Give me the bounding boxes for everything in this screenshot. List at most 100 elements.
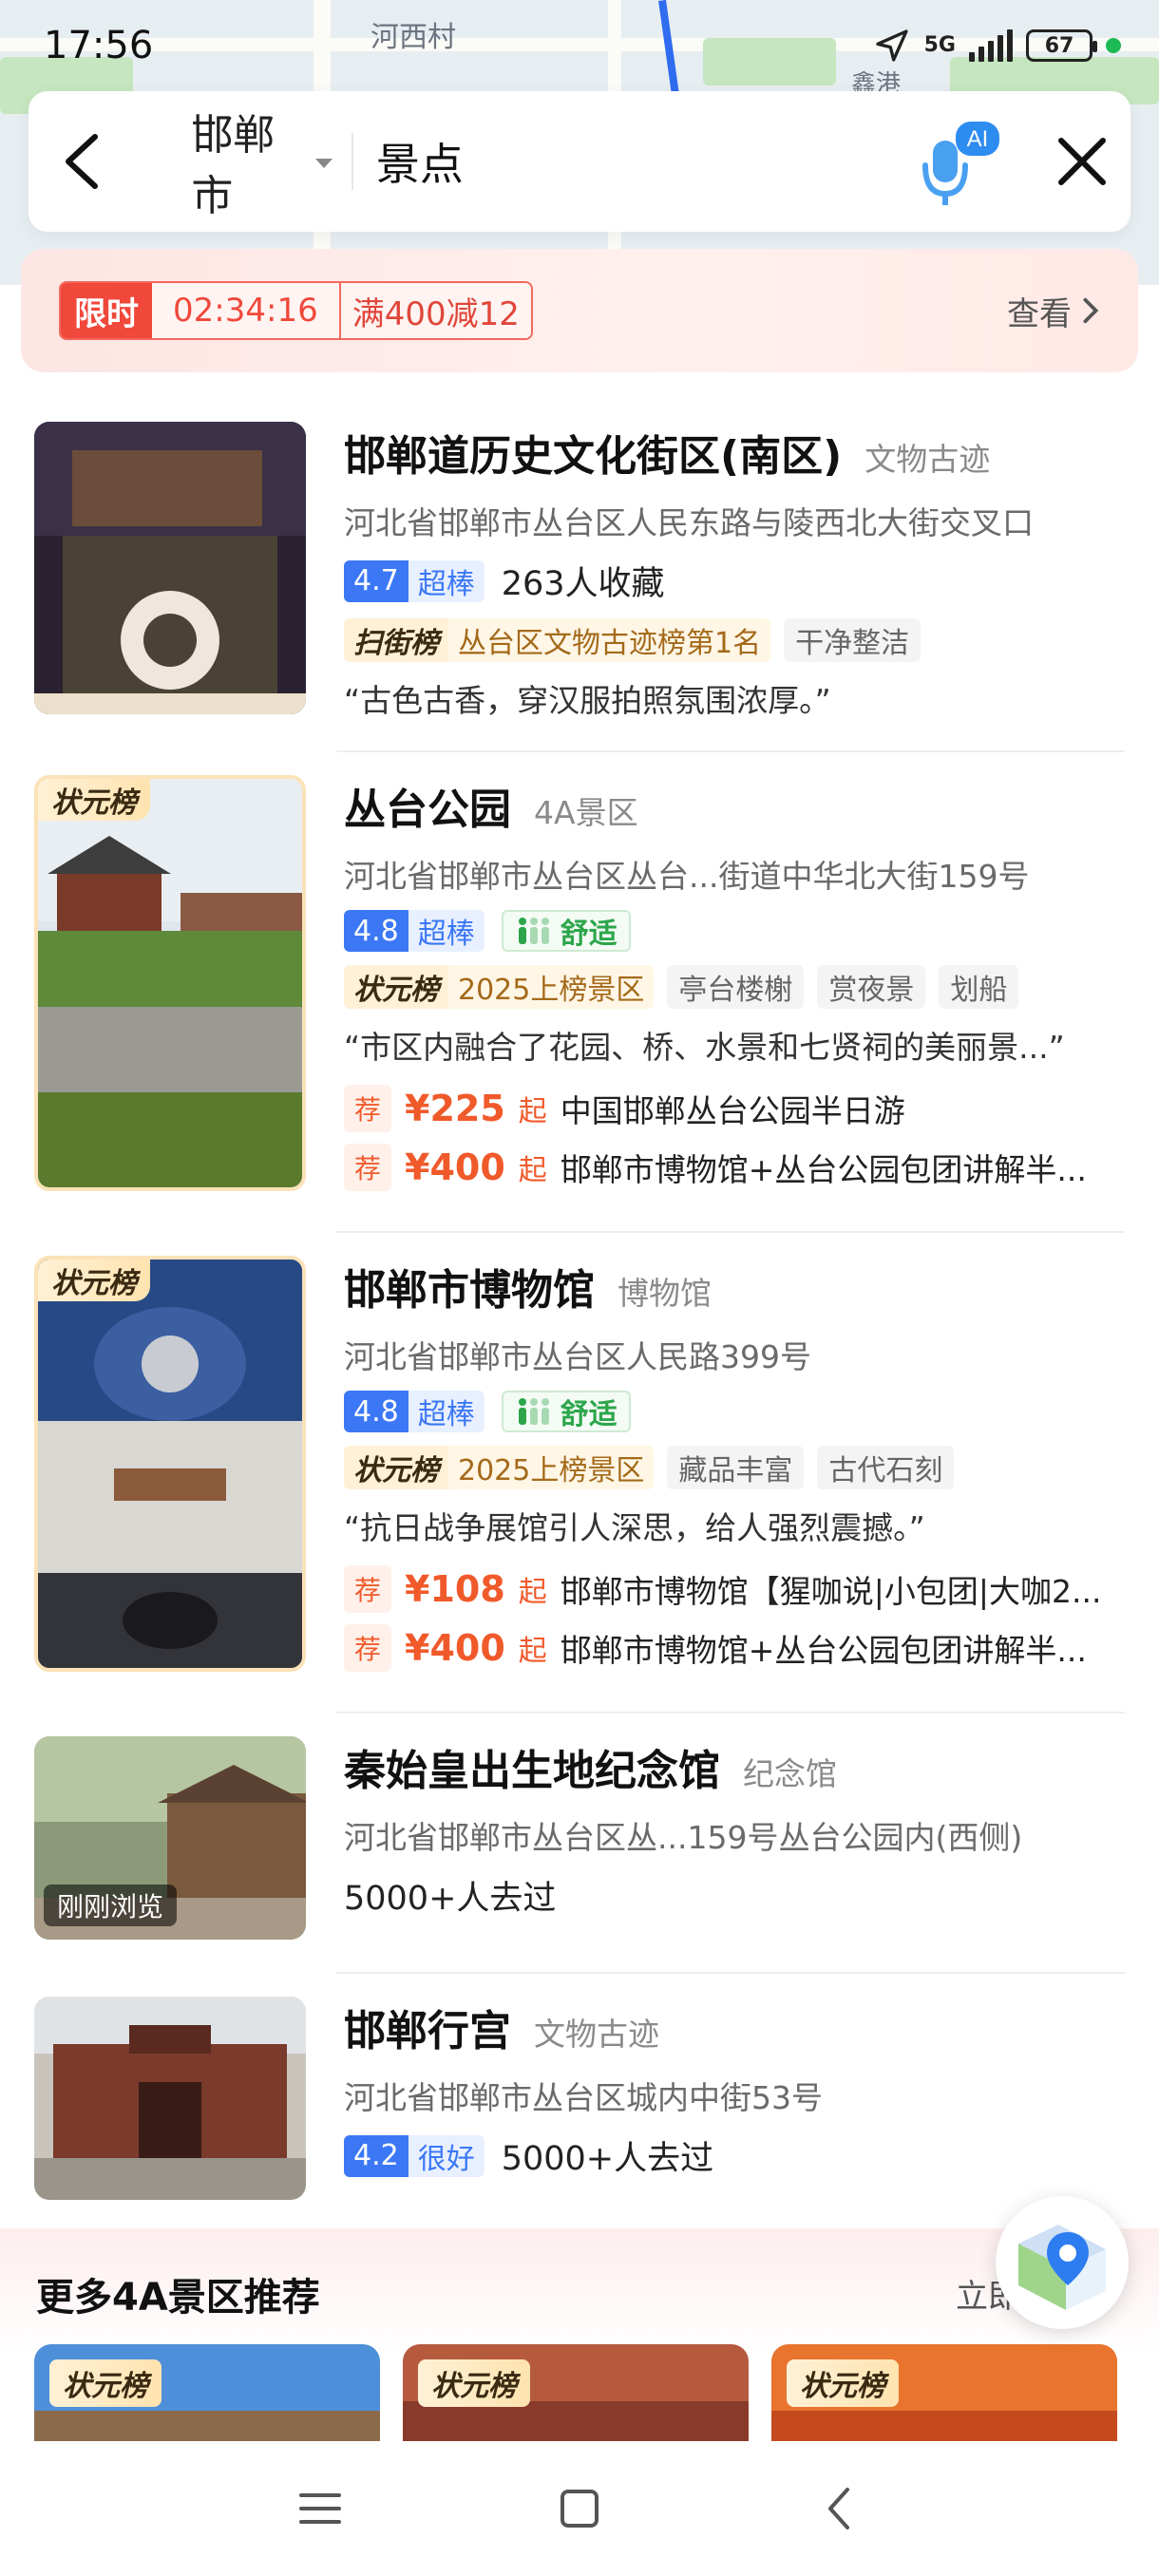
- attraction-category: 文物古迹: [534, 2016, 659, 2053]
- list-item[interactable]: 刚刚浏览 秦始皇出生地纪念馆 纪念馆 河北省邯郸市丛台区丛...159号丛台公园…: [0, 1714, 1159, 1974]
- attraction-title: 邯郸市博物馆: [344, 1266, 595, 1315]
- rating-score: 4.7: [344, 559, 408, 602]
- attraction-photo: 刚刚浏览: [34, 1736, 306, 1940]
- rec-name: 邯郸市博物馆【猩咖说|小包团|大咖2...: [560, 1573, 1102, 1610]
- review-quote: “市区内融合了花园、桥、水景和七贤祠的美丽景...”: [344, 1029, 1065, 1066]
- promo-view-link[interactable]: 查看: [1007, 288, 1100, 334]
- list-item[interactable]: 状元榜 丛台公园 4A景区 河北省邯郸市丛台区丛台...街道中华北大街159号 …: [0, 752, 1159, 1233]
- close-icon: [1057, 138, 1106, 185]
- list-item[interactable]: 邯郸道历史文化街区(南区) 文物古迹 河北省邯郸市丛台区人民东路与陵西北大街交叉…: [0, 399, 1159, 752]
- rec-price-suffix: 起: [518, 1154, 547, 1187]
- crowd-level-icon: [518, 1398, 549, 1425]
- review-quote: “古色古香，穿汉服拍照氛围浓厚。”: [344, 682, 831, 719]
- status-bar: 17:56 5G 67: [0, 0, 1159, 91]
- rank-ribbon: 状元榜: [787, 2359, 899, 2407]
- attraction-address: 河北省邯郸市丛台区丛台...街道中华北大街159号: [344, 858, 1030, 895]
- feature-tag: 干净整洁: [784, 618, 922, 662]
- nav-back-button[interactable]: [796, 2466, 882, 2551]
- rating-word: 超棒: [408, 1391, 484, 1432]
- attraction-category: 4A景区: [534, 794, 638, 831]
- attraction-photo: [34, 1997, 306, 2200]
- feature-tag: 亭台楼榭: [667, 965, 805, 1009]
- promo-view-label: 查看: [1007, 294, 1072, 333]
- rec-price-suffix: 起: [518, 1095, 547, 1128]
- rating-word: 很好: [408, 2134, 484, 2177]
- attraction-address: 河北省邯郸市丛台区丛...159号丛台公园内(西侧): [344, 1819, 1023, 1856]
- rec-price: ¥400: [405, 1627, 505, 1669]
- list-item[interactable]: 邯郸行宫 文物古迹 河北省邯郸市丛台区城内中街53号 4.2 很好 5000+人…: [0, 1974, 1159, 2223]
- rec-badge: 荐: [344, 1565, 391, 1613]
- rec-badge: 荐: [344, 1624, 391, 1672]
- rank-tag-value: 2025上榜景区: [448, 1446, 655, 1489]
- rank-tag-value: 2025上榜景区: [448, 965, 655, 1009]
- city-selector[interactable]: 邯郸市: [134, 111, 353, 220]
- attraction-address: 河北省邯郸市丛台区城内中街53号: [344, 2079, 823, 2116]
- rank-tag[interactable]: 状元榜 2025上榜景区: [344, 1446, 655, 1489]
- attraction-address: 河北省邯郸市丛台区人民东路与陵西北大街交叉口: [344, 504, 1034, 541]
- promo-tag: 限时 02:34:16 满400减12: [59, 281, 533, 340]
- attraction-title: 丛台公园: [344, 786, 511, 834]
- rating-score: 4.8: [344, 910, 408, 952]
- rank-tag[interactable]: 扫街榜 丛台区文物古迹榜第1名: [344, 618, 771, 662]
- city-label: 邯郸市: [191, 111, 276, 220]
- recently-viewed-tag: 刚刚浏览: [44, 1885, 178, 1926]
- rank-ribbon: 状元榜: [38, 1260, 150, 1301]
- recommended-product[interactable]: 荐 ¥400 起 邯郸市博物馆+丛台公园包团讲解半...: [344, 1624, 1125, 1672]
- search-header: 邯郸市 AI: [28, 91, 1130, 232]
- comfort-label: 舒适: [560, 918, 618, 951]
- chevron-right-icon: [1083, 297, 1099, 324]
- feature-tag: 古代石刻: [817, 1446, 955, 1489]
- rec-price: ¥225: [405, 1088, 505, 1129]
- recommended-product[interactable]: 荐 ¥225 起 中国邯郸丛台公园半日游: [344, 1085, 1125, 1132]
- feature-tag: 赏夜景: [817, 965, 926, 1009]
- rec-badge: 荐: [344, 1085, 391, 1132]
- rank-tag[interactable]: 状元榜 2025上榜景区: [344, 965, 655, 1009]
- attraction-address: 河北省邯郸市丛台区人民路399号: [344, 1338, 811, 1375]
- battery-level: 67: [1044, 33, 1074, 58]
- recommended-product[interactable]: 荐 ¥400 起 邯郸市博物馆+丛台公园包团讲解半...: [344, 1144, 1125, 1191]
- rating-score: 4.2: [344, 2134, 408, 2177]
- rank-tag-name: 状元榜: [344, 965, 448, 1009]
- crowd-level-icon: [518, 918, 549, 944]
- rec-price: ¥108: [405, 1568, 505, 1610]
- search-input[interactable]: [352, 123, 920, 199]
- rec-price-suffix: 起: [518, 1635, 547, 1668]
- attraction-title: 邯郸行宫: [344, 2007, 511, 2055]
- home-square-icon: [560, 2490, 598, 2528]
- map-view-button[interactable]: [996, 2196, 1129, 2329]
- nav-menu-button[interactable]: [277, 2466, 363, 2551]
- nav-home-button[interactable]: [537, 2466, 622, 2551]
- promo-banner[interactable]: 限时 02:34:16 满400减12 查看: [21, 249, 1138, 372]
- rank-ribbon: 状元榜: [49, 2359, 162, 2407]
- back-button[interactable]: [28, 91, 134, 232]
- svg-text:AI: AI: [967, 126, 989, 152]
- rating-badge: 4.2 很好: [344, 2134, 484, 2177]
- promo-offer: 满400减12: [338, 283, 531, 338]
- more-recommendations: 更多4A景区推荐 立即 状元榜 状元榜 状元榜: [0, 2228, 1159, 2477]
- rec-name: 邯郸市博物馆+丛台公园包团讲解半...: [560, 1151, 1087, 1188]
- rating-word: 超棒: [408, 910, 484, 952]
- map-pin-icon: [1018, 2225, 1106, 2310]
- rec-price: ¥400: [405, 1146, 505, 1188]
- back-triangle-icon: [828, 2488, 850, 2529]
- comfort-label: 舒适: [560, 1398, 618, 1431]
- system-nav-bar: [0, 2441, 1159, 2576]
- rating-badge: 4.7 超棒: [344, 559, 484, 602]
- attraction-title: 秦始皇出生地纪念馆: [344, 1747, 720, 1795]
- status-time: 17:56: [44, 24, 154, 67]
- close-button[interactable]: [1034, 91, 1130, 232]
- attraction-category: 文物古迹: [864, 441, 991, 478]
- ai-voice-button[interactable]: AI: [920, 114, 1005, 209]
- attraction-category: 纪念馆: [743, 1755, 837, 1792]
- rank-ribbon: 状元榜: [38, 779, 150, 821]
- rank-tag-value: 丛台区文物古迹榜第1名: [448, 618, 771, 662]
- recommended-product[interactable]: 荐 ¥108 起 邯郸市博物馆【猩咖说|小包团|大咖2...: [344, 1565, 1125, 1613]
- visit-count: 5000+人去过: [344, 1880, 557, 1918]
- rec-name: 邯郸市博物馆+丛台公园包团讲解半...: [560, 1632, 1087, 1669]
- menu-icon: [298, 2493, 341, 2524]
- battery-icon: 67: [1026, 29, 1097, 62]
- list-item[interactable]: 状元榜 邯郸市博物馆 博物馆 河北省邯郸市丛台区人民路399号 4.8 超棒 舒…: [0, 1233, 1159, 1714]
- rank-tag-name: 扫街榜: [344, 618, 448, 662]
- feature-tag: 藏品丰富: [667, 1446, 805, 1489]
- promo-timer: 02:34:16: [152, 283, 339, 338]
